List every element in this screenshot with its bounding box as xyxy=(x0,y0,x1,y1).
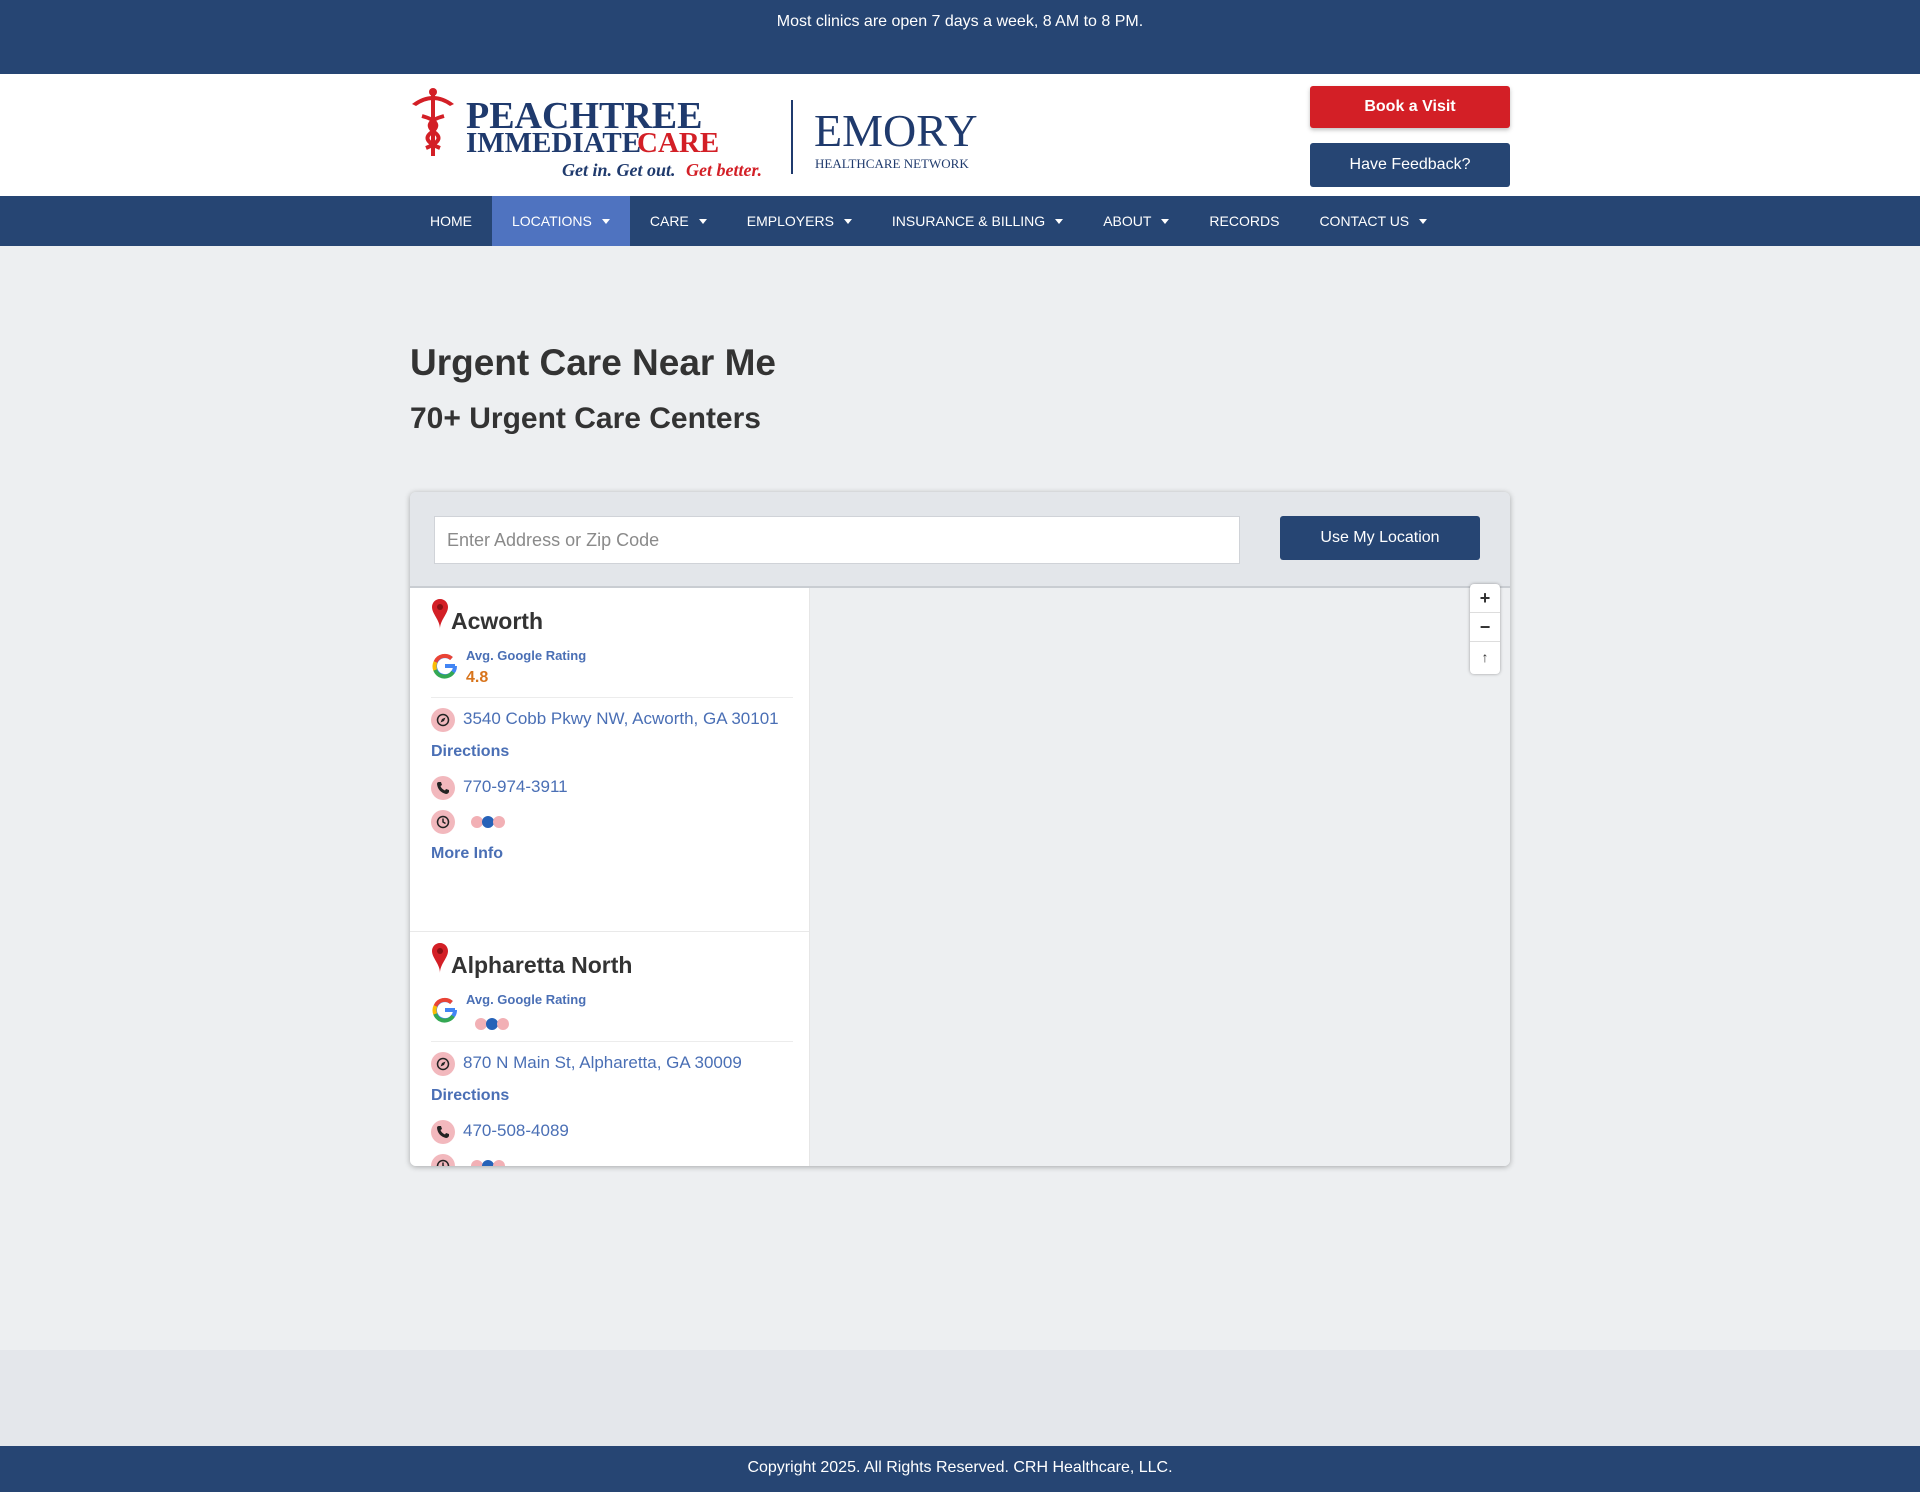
nav-label: RECORDS xyxy=(1209,213,1280,229)
site-logo[interactable]: PEACHTREE IMMEDIATE CARE Get in. Get out… xyxy=(410,86,980,182)
divider xyxy=(431,1041,793,1042)
clock-icon xyxy=(431,1154,455,1166)
site-footer: Copyright 2025. All Rights Reserved. CRH… xyxy=(0,1446,1920,1492)
location-address[interactable]: 870 N Main St, Alpharetta, GA 30009 xyxy=(463,1053,742,1073)
logo-tagline-a: Get in. Get out. xyxy=(562,160,676,180)
nav-item-records[interactable]: RECORDS xyxy=(1189,196,1299,246)
nav-label: CARE xyxy=(649,213,689,229)
reset-north-button[interactable]: ↑ xyxy=(1470,642,1500,671)
use-my-location-button[interactable]: Use My Location xyxy=(1280,516,1480,560)
book-visit-button[interactable]: Book a Visit xyxy=(1310,86,1510,128)
caret-down-icon xyxy=(698,218,707,224)
logo-line2b: CARE xyxy=(637,127,719,159)
nav-item-care[interactable]: CARE xyxy=(630,196,727,246)
nav-label: EMPLOYERS xyxy=(746,213,834,229)
announcement-text: Most clinics are open 7 days a week, 8 A… xyxy=(776,13,1144,30)
loading-dot xyxy=(493,1160,505,1166)
caret-down-icon xyxy=(1161,218,1170,224)
location-card: Alpharetta North Avg. Google Rating 870 … xyxy=(410,932,809,1166)
map-controls: + − ↑ xyxy=(1470,584,1500,674)
nav-item-contact-us[interactable]: CONTACT US xyxy=(1299,196,1447,246)
nav-label: INSURANCE & BILLING xyxy=(891,213,1046,229)
search-bar: Use My Location xyxy=(410,492,1510,588)
location-phone[interactable]: 470-508-4089 xyxy=(463,1121,569,1141)
compass-icon xyxy=(431,1052,455,1076)
loading-indicator xyxy=(475,1018,509,1030)
nav-label: LOCATIONS xyxy=(512,213,592,229)
nav-item-employers[interactable]: EMPLOYERS xyxy=(727,196,872,246)
caret-down-icon xyxy=(601,218,610,224)
nav-item-locations[interactable]: LOCATIONS xyxy=(492,196,630,246)
nav-label: CONTACT US xyxy=(1319,213,1410,229)
location-finder: Use My Location Acworth Avg. Google Rati… xyxy=(410,492,1510,1166)
nav-item-about[interactable]: ABOUT xyxy=(1083,196,1189,246)
logo-tagline-b: Get better. xyxy=(686,160,762,180)
location-card: Acworth Avg. Google Rating 4.8 3540 Cobb… xyxy=(410,588,809,932)
directions-link[interactable]: Directions xyxy=(431,1087,509,1105)
address-search-input[interactable] xyxy=(434,516,1240,564)
rating-label: Avg. Google Rating xyxy=(466,648,587,663)
nav-item-home[interactable]: HOME xyxy=(410,196,492,246)
loading-indicator xyxy=(471,1160,505,1166)
rating-label: Avg. Google Rating xyxy=(466,992,587,1007)
map-pin-icon xyxy=(432,943,448,973)
map-view[interactable]: + − ↑ xyxy=(810,584,1510,1166)
partner-logo-text: EMORY xyxy=(814,105,978,156)
caret-down-icon xyxy=(1055,218,1064,224)
caduceus-icon xyxy=(412,88,454,156)
location-phone[interactable]: 770-974-3911 xyxy=(463,777,568,797)
clock-icon xyxy=(431,810,455,834)
phone-icon xyxy=(431,776,455,800)
logo-line2a: IMMEDIATE xyxy=(466,127,641,159)
main-nav: HOME LOCATIONS CARE EMPLOYERS INSURANCE … xyxy=(0,196,1920,246)
logo-divider xyxy=(791,100,793,174)
page-subtitle: 70+ Urgent Care Centers xyxy=(410,402,761,435)
zoom-in-button[interactable]: + xyxy=(1470,584,1500,613)
nav-item-insurance-billing[interactable]: INSURANCE & BILLING xyxy=(872,196,1083,246)
map-pin-icon xyxy=(432,599,448,629)
phone-icon xyxy=(431,1120,455,1144)
divider xyxy=(431,697,793,698)
prefooter xyxy=(0,1350,1920,1446)
directions-link[interactable]: Directions xyxy=(431,743,509,761)
caret-down-icon xyxy=(1419,218,1428,224)
zoom-out-button[interactable]: − xyxy=(1470,613,1500,642)
compass-icon xyxy=(431,708,455,732)
location-list[interactable]: Acworth Avg. Google Rating 4.8 3540 Cobb… xyxy=(410,588,810,1166)
nav-label: ABOUT xyxy=(1103,213,1152,229)
google-logo-icon xyxy=(432,997,458,1023)
loading-indicator xyxy=(471,816,505,828)
feedback-button[interactable]: Have Feedback? xyxy=(1310,143,1510,187)
location-address[interactable]: 3540 Cobb Pkwy NW, Acworth, GA 30101 xyxy=(463,709,779,729)
loading-dot xyxy=(493,816,505,828)
partner-logo-subtext: HEALTHCARE NETWORK xyxy=(815,156,969,171)
copyright-text: Copyright 2025. All Rights Reserved. CRH… xyxy=(747,1459,1173,1476)
rating-value: 4.8 xyxy=(466,669,489,686)
caret-down-icon xyxy=(843,218,852,224)
location-name[interactable]: Alpharetta North xyxy=(451,952,632,979)
site-header: PEACHTREE IMMEDIATE CARE Get in. Get out… xyxy=(0,74,1920,196)
nav-label: HOME xyxy=(430,213,472,229)
loading-dot xyxy=(497,1018,509,1030)
page-title: Urgent Care Near Me xyxy=(410,342,777,383)
announcement-bar: Most clinics are open 7 days a week, 8 A… xyxy=(0,0,1920,74)
location-name[interactable]: Acworth xyxy=(451,608,543,635)
more-info-link[interactable]: More Info xyxy=(431,845,503,863)
google-logo-icon xyxy=(432,653,458,679)
